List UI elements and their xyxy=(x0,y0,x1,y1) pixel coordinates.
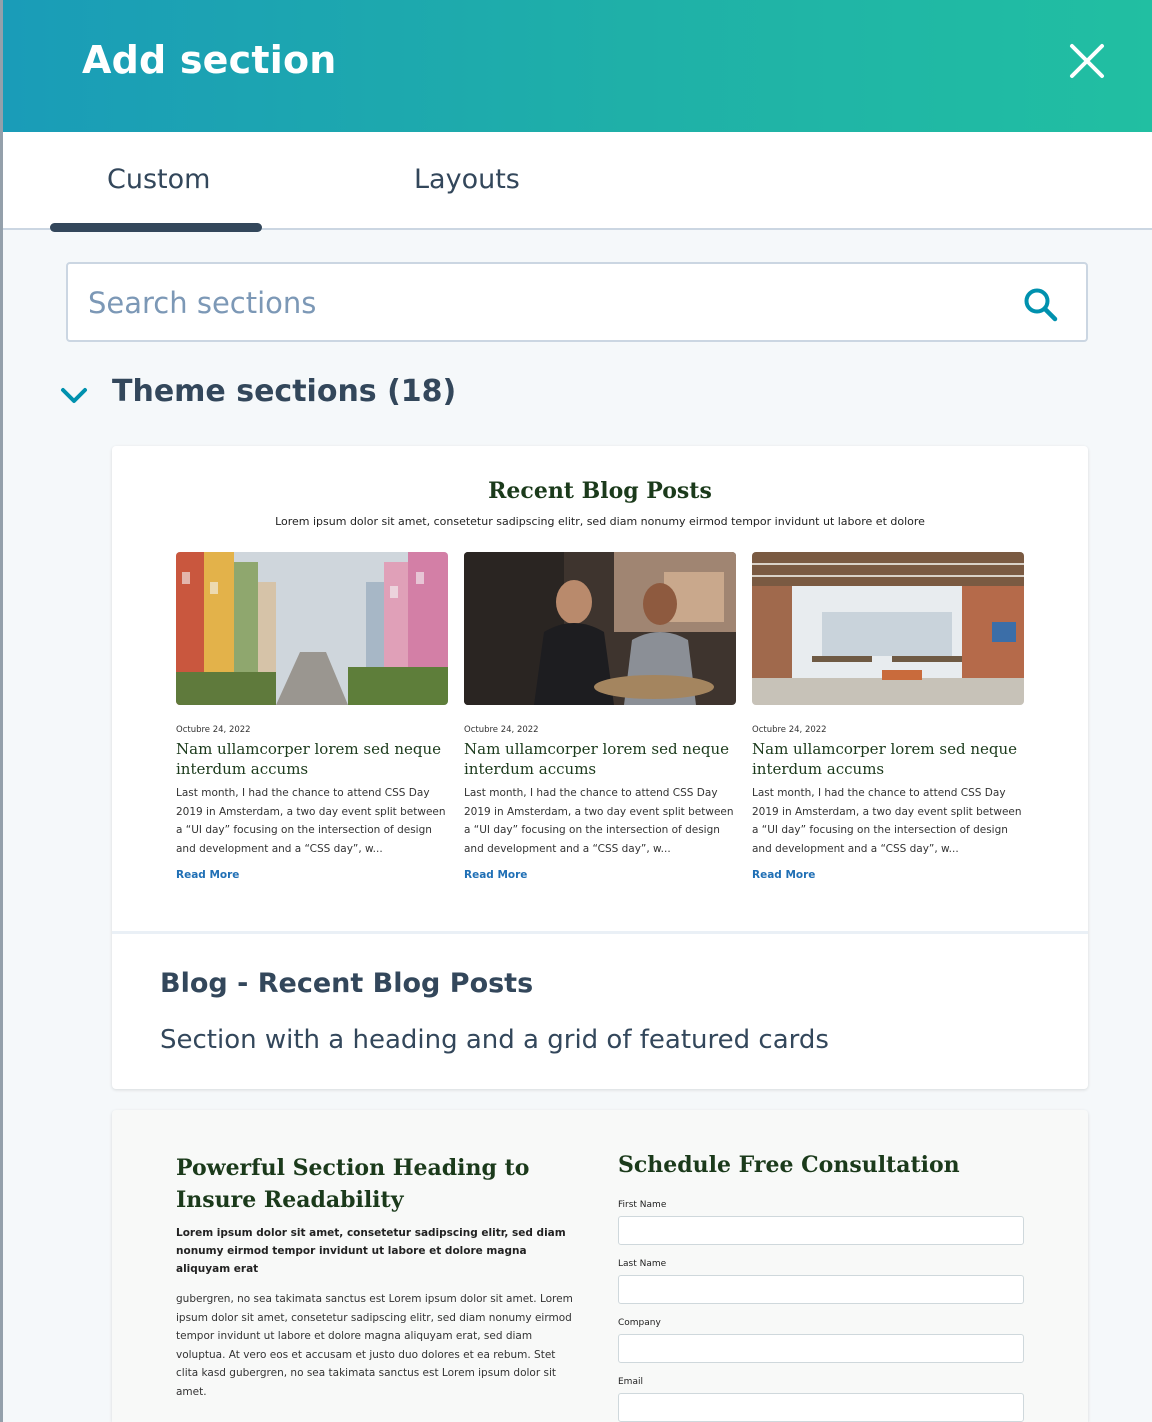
panel-title: Add section xyxy=(82,38,337,82)
section-description: Section with a heading and a grid of fea… xyxy=(160,1025,829,1055)
field-label-last-name: Last Name xyxy=(618,1259,667,1269)
cafe-people-photo xyxy=(464,552,736,705)
post-date: Octubre 24, 2022 xyxy=(464,725,539,735)
first-name-field xyxy=(618,1216,1024,1245)
search-input[interactable] xyxy=(88,282,988,324)
section-card-consultation-form[interactable]: Powerful Section Heading to Insure Reada… xyxy=(112,1110,1088,1422)
preview-text-column: Powerful Section Heading to Insure Reada… xyxy=(176,1152,580,1401)
post-excerpt: Last month, I had the chance to attend C… xyxy=(752,787,1022,855)
tab-custom[interactable]: Custom xyxy=(107,164,210,195)
post-title: Nam ullamcorper lorem sed neque interdum… xyxy=(176,740,441,778)
form-title: Schedule Free Consultation xyxy=(618,1152,960,1178)
post-title: Nam ullamcorper lorem sed neque interdum… xyxy=(752,740,1017,778)
post-title: Nam ullamcorper lorem sed neque interdum… xyxy=(464,740,729,778)
search-icon[interactable] xyxy=(1022,286,1060,324)
office-interior-photo xyxy=(752,552,1024,705)
search-box xyxy=(66,262,1088,342)
colorful-street-photo xyxy=(176,552,448,705)
preview-bold-text: Lorem ipsum dolor sit amet, consetetur s… xyxy=(176,1227,566,1275)
post-date: Octubre 24, 2022 xyxy=(752,725,827,735)
close-icon xyxy=(1070,44,1104,78)
preview-body-text: gubergren, no sea takimata sanctus est L… xyxy=(176,1293,573,1398)
read-more-link[interactable]: Read More xyxy=(752,869,815,881)
tab-bar: Custom Layouts xyxy=(3,132,1152,232)
section-preview: Recent Blog Posts Lorem ipsum dolor sit … xyxy=(112,446,1088,934)
section-card-info: Blog - Recent Blog Posts Section with a … xyxy=(160,968,829,1055)
email-field xyxy=(618,1393,1024,1422)
post-date: Octubre 24, 2022 xyxy=(176,725,251,735)
read-more-link[interactable]: Read More xyxy=(176,869,239,881)
field-label-company: Company xyxy=(618,1318,661,1328)
tab-layouts[interactable]: Layouts xyxy=(414,164,520,195)
blog-post-card: Octubre 24, 2022 Nam ullamcorper lorem s… xyxy=(464,552,736,882)
field-label-first-name: First Name xyxy=(618,1200,667,1210)
company-field xyxy=(618,1334,1024,1363)
chevron-down-icon xyxy=(61,388,87,403)
post-excerpt: Last month, I had the chance to attend C… xyxy=(176,787,446,855)
preview-heading: Powerful Section Heading to Insure Reada… xyxy=(176,1155,530,1213)
section-card-blog-recent-posts[interactable]: Recent Blog Posts Lorem ipsum dolor sit … xyxy=(112,446,1088,1089)
close-button[interactable] xyxy=(1066,40,1108,82)
preview-title: Recent Blog Posts xyxy=(488,478,712,504)
blog-post-card: Octubre 24, 2022 Nam ullamcorper lorem s… xyxy=(752,552,1024,882)
theme-sections-title: Theme sections (18) xyxy=(112,374,457,409)
blog-post-card: Octubre 24, 2022 Nam ullamcorper lorem s… xyxy=(176,552,448,882)
post-excerpt: Last month, I had the chance to attend C… xyxy=(464,787,734,855)
active-tab-indicator xyxy=(50,223,262,232)
preview-subtitle: Lorem ipsum dolor sit amet, consetetur s… xyxy=(275,515,925,528)
preview-form-column: Schedule Free Consultation First Name La… xyxy=(618,1152,1024,1422)
field-label-email: Email xyxy=(618,1377,643,1387)
read-more-link[interactable]: Read More xyxy=(464,869,527,881)
last-name-field xyxy=(618,1275,1024,1304)
panel-header: Add section xyxy=(3,0,1152,132)
section-name: Blog - Recent Blog Posts xyxy=(160,968,534,999)
